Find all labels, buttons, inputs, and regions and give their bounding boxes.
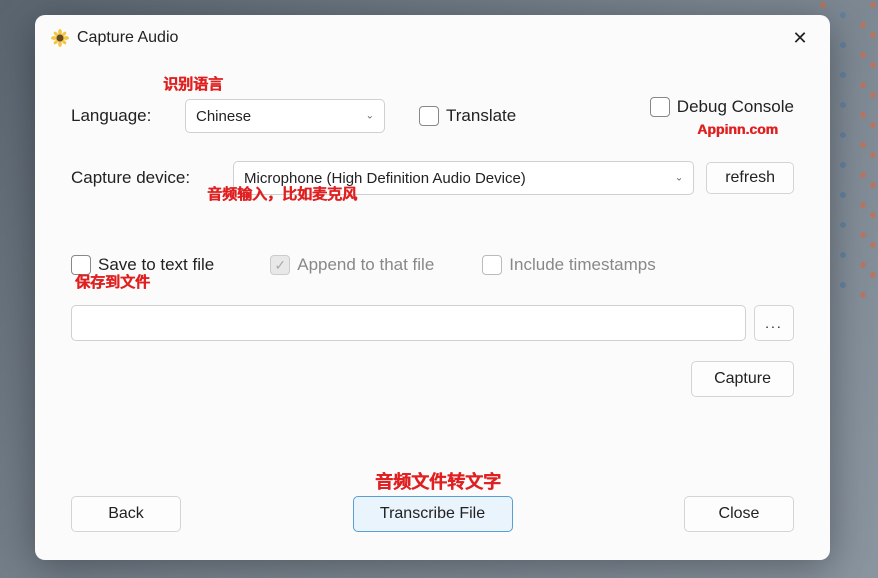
translate-label: Translate: [446, 106, 516, 126]
capture-row: Capture: [71, 361, 794, 397]
refresh-button[interactable]: refresh: [706, 162, 794, 194]
save-row: Save to text file Append to that file In…: [71, 255, 794, 275]
file-path-input[interactable]: [71, 305, 746, 341]
browse-button[interactable]: ...: [754, 305, 794, 341]
language-label: Language:: [71, 106, 171, 126]
language-value: Chinese: [196, 108, 251, 125]
capture-button[interactable]: Capture: [691, 361, 794, 397]
file-path-row: ...: [71, 305, 794, 341]
window-title: Capture Audio: [77, 29, 788, 47]
append-checkbox: [270, 255, 290, 275]
chevron-down-icon: ⌄: [675, 173, 683, 184]
footer: Back Transcribe File Close: [71, 496, 794, 532]
close-button[interactable]: Close: [684, 496, 794, 532]
timestamps-checkbox[interactable]: [482, 255, 502, 275]
chevron-down-icon: ⌄: [366, 111, 374, 122]
annotation-audio-to-text: 音频文件转文字: [375, 468, 501, 494]
timestamps-label: Include timestamps: [509, 255, 655, 275]
dialog-content: Debug Console Appinn.com 识别语言 Language: …: [35, 55, 830, 417]
transcribe-file-button[interactable]: Transcribe File: [353, 496, 513, 532]
save-to-file-checkbox[interactable]: [71, 255, 91, 275]
device-value: Microphone (High Definition Audio Device…: [244, 170, 526, 187]
close-icon[interactable]: ✕: [788, 28, 812, 49]
app-icon: [51, 29, 69, 47]
annotation-language: 识别语言: [163, 73, 223, 94]
titlebar: Capture Audio ✕: [35, 15, 830, 55]
translate-checkbox[interactable]: [419, 106, 439, 126]
device-row: Capture device: Microphone (High Definit…: [71, 161, 794, 195]
device-select[interactable]: Microphone (High Definition Audio Device…: [233, 161, 694, 195]
capture-audio-dialog: Capture Audio ✕ Debug Console Appinn.com…: [35, 15, 830, 560]
append-label: Append to that file: [297, 255, 434, 275]
language-select[interactable]: Chinese ⌄: [185, 99, 385, 133]
back-button[interactable]: Back: [71, 496, 181, 532]
save-to-file-label: Save to text file: [98, 255, 214, 275]
device-label: Capture device:: [71, 168, 219, 188]
language-row: Language: Chinese ⌄ Translate: [71, 99, 794, 133]
